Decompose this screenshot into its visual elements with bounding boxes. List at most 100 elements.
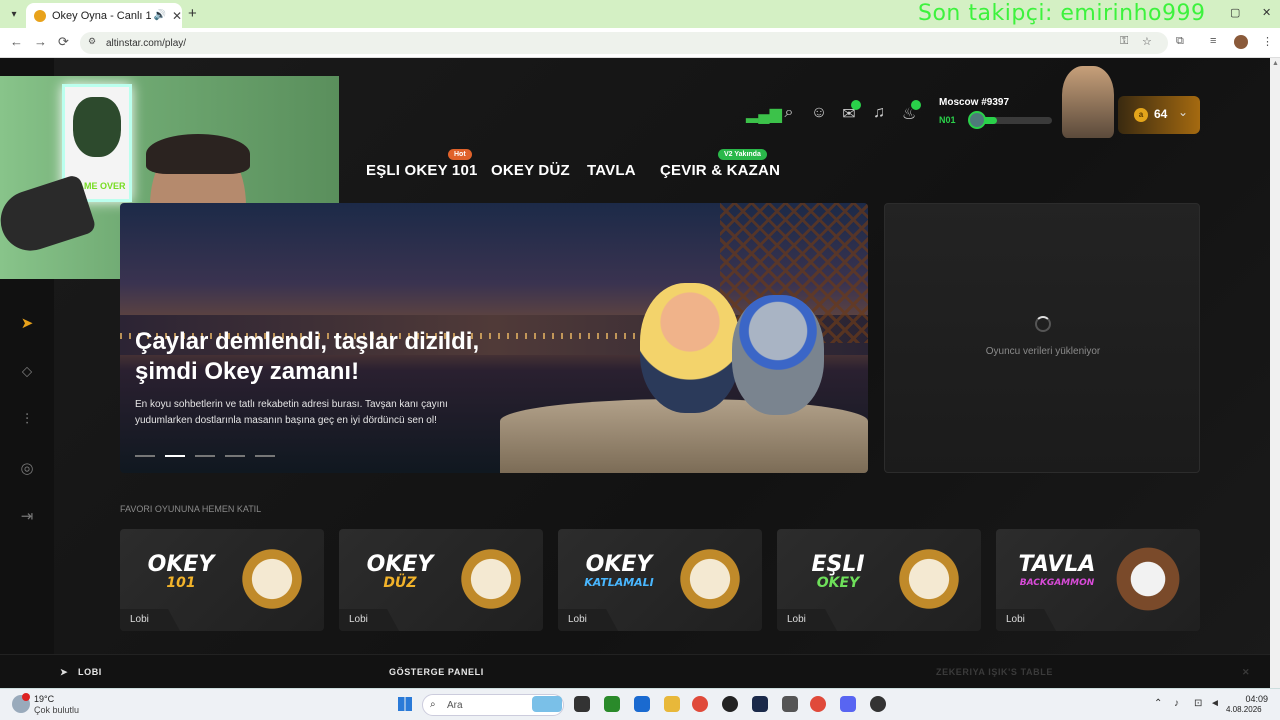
settings-sliders-icon[interactable]: ⫶	[18, 411, 36, 429]
coin-balance: 64	[1154, 107, 1168, 121]
lobby-label[interactable]: Lobi	[777, 609, 837, 631]
lobby-label[interactable]: Lobi	[339, 609, 399, 631]
favorites-title: FAVORI OYUNUNA HEMEN KATIL	[120, 504, 262, 514]
logout-icon[interactable]: ⇥	[18, 507, 36, 525]
file-explorer-icon[interactable]	[664, 696, 680, 712]
nav-esli-okey-101[interactable]: EŞLI OKEY 101	[366, 162, 478, 179]
username: Moscow #9397	[939, 97, 1010, 108]
close-tab-icon[interactable]: ✕	[172, 9, 182, 23]
nav-cevir-kazan[interactable]: ÇEVIR & KAZAN	[660, 162, 780, 179]
password-key-icon[interactable]: ⚿	[1120, 35, 1128, 48]
weather-alert-badge	[22, 693, 30, 701]
hero-robot-character	[732, 295, 824, 415]
close-window-icon[interactable]: ✕	[1262, 6, 1271, 19]
table-tab[interactable]: ZEKERIYA IŞIK'S TABLE	[936, 667, 1053, 677]
headset-support-icon[interactable]: ◎	[18, 459, 36, 477]
chatgpt-icon[interactable]	[722, 696, 738, 712]
audio-playing-icon[interactable]: 🔊	[153, 10, 165, 21]
okey-tiles-art	[451, 539, 531, 619]
media-control-icon[interactable]: ≡	[1210, 35, 1216, 47]
tag-icon[interactable]: ⬦	[18, 363, 36, 381]
network-icon[interactable]: ⊡	[1194, 698, 1202, 709]
widget-art-icon[interactable]	[532, 696, 562, 712]
level-badge-icon	[968, 111, 986, 129]
windows-start-icon[interactable]	[398, 697, 412, 711]
maximize-icon[interactable]: ▢	[1230, 6, 1240, 19]
lobby-label[interactable]: Lobi	[120, 609, 180, 631]
game-app-icon[interactable]	[782, 696, 798, 712]
browser-menu-icon[interactable]: ⋮	[1262, 35, 1273, 48]
xbox-icon[interactable]	[604, 696, 620, 712]
hero-description: En koyu sohbetlerin ve tatlı rekabetin a…	[135, 399, 448, 426]
music-icon[interactable]: ♫	[868, 104, 890, 126]
address-bar: ← → ⟳ altinstar.com/play/ ⚙ ⚿ ☆ ⧉ ≡ ⋮	[0, 28, 1280, 58]
card-logo-name: OKEY	[147, 552, 215, 577]
lobby-label[interactable]: Lobi	[558, 609, 618, 631]
tray-chevron-up-icon[interactable]: ⌃	[1154, 698, 1162, 709]
game-card-okey-101[interactable]: OKEY 101 Lobi	[120, 529, 324, 631]
forward-button[interactable]: →	[34, 34, 47, 49]
new-tab-button[interactable]: +	[188, 5, 197, 22]
game-card-esli-okey[interactable]: EŞLI OKEY Lobi	[777, 529, 981, 631]
volume-icon[interactable]: ◄	[1210, 698, 1220, 709]
chevron-down-icon[interactable]: ⌄	[1178, 105, 1188, 119]
site-favicon-icon	[34, 9, 46, 22]
game-card-tavla[interactable]: TAVLA BACKGAMMON Lobi	[996, 529, 1200, 631]
carousel-dot[interactable]	[255, 455, 275, 457]
card-logo: EŞLI OKEY	[793, 552, 883, 592]
url-input[interactable]: altinstar.com/play/	[80, 32, 1168, 54]
scroll-up-icon[interactable]: ▲	[1272, 60, 1279, 67]
card-logo-sub: DÜZ	[383, 575, 417, 591]
user-avatar[interactable]	[1062, 66, 1114, 138]
game-card-okey-katlamali[interactable]: OKEY KATLAMALI Lobi	[558, 529, 762, 631]
extensions-icon[interactable]: ⧉	[1176, 35, 1184, 48]
microphone-icon[interactable]: ♪	[1174, 698, 1179, 709]
carousel-dot[interactable]	[195, 455, 215, 457]
card-logo: TAVLA BACKGAMMON	[1012, 554, 1102, 591]
bag-notification-dot	[911, 100, 921, 110]
chrome-active-icon[interactable]	[810, 696, 826, 712]
coin-icon: a	[1134, 108, 1148, 122]
search-icon[interactable]: ⌕	[778, 104, 800, 126]
game-card-okey-duz[interactable]: OKEY DÜZ Lobi	[339, 529, 543, 631]
browser-tab[interactable]: Okey Oyna - Canlı 101 Okey 🔊 ✕	[26, 3, 182, 28]
carousel-dots	[135, 455, 275, 457]
tab-search-icon[interactable]: ▾	[6, 6, 22, 22]
clock-date: 4.08.2026	[1226, 705, 1262, 714]
carousel-dot[interactable]	[135, 455, 155, 457]
chrome-icon[interactable]	[692, 696, 708, 712]
hero-banner[interactable]: Çaylar demlendi, taşlar dizildi, şimdi O…	[120, 203, 868, 473]
chat-notification-dot	[851, 100, 861, 110]
dashboard-tab[interactable]: GÖSTERGE PANELI	[389, 667, 484, 677]
obs-icon[interactable]	[870, 696, 886, 712]
okey-tiles-art	[670, 539, 750, 619]
profile-avatar[interactable]	[1234, 35, 1248, 49]
reload-button[interactable]: ⟳	[58, 34, 69, 50]
stream-overlay-text: Son takipçi: emirinho999	[918, 1, 1206, 26]
lobby-label[interactable]: Lobi	[996, 609, 1056, 631]
outlook-icon[interactable]	[634, 696, 650, 712]
carousel-dot[interactable]	[225, 455, 245, 457]
card-logo-name: EŞLI	[811, 552, 865, 577]
friends-icon[interactable]: ☺	[808, 104, 830, 126]
carousel-dot[interactable]	[165, 455, 185, 457]
steam-icon[interactable]	[752, 696, 768, 712]
card-logo: OKEY 101	[136, 552, 226, 592]
page-scrollbar[interactable]: ▲	[1270, 58, 1280, 688]
user-level: N01	[939, 115, 956, 125]
close-table-icon[interactable]: ✕	[1242, 667, 1250, 678]
nav-tavla[interactable]: TAVLA	[587, 162, 636, 179]
card-logo-name: OKEY	[585, 552, 653, 577]
lobby-nav-icon[interactable]: ➤	[60, 667, 68, 678]
hero-title: Çaylar demlendi, taşlar dizildi, şimdi O…	[135, 328, 480, 385]
discord-icon[interactable]	[840, 696, 856, 712]
bookmark-star-icon[interactable]: ☆	[1142, 35, 1152, 48]
site-info-icon[interactable]: ⚙	[88, 36, 100, 48]
nav-okey-duz[interactable]: OKEY DÜZ	[491, 162, 570, 179]
task-view-icon[interactable]	[574, 696, 590, 712]
navigate-icon[interactable]: ➤	[18, 314, 36, 332]
back-button[interactable]: ←	[10, 34, 23, 49]
signal-icon: ▂▄▆	[746, 106, 782, 123]
okey-tiles-art	[232, 539, 312, 619]
lobby-tab[interactable]: LOBI	[78, 667, 102, 677]
